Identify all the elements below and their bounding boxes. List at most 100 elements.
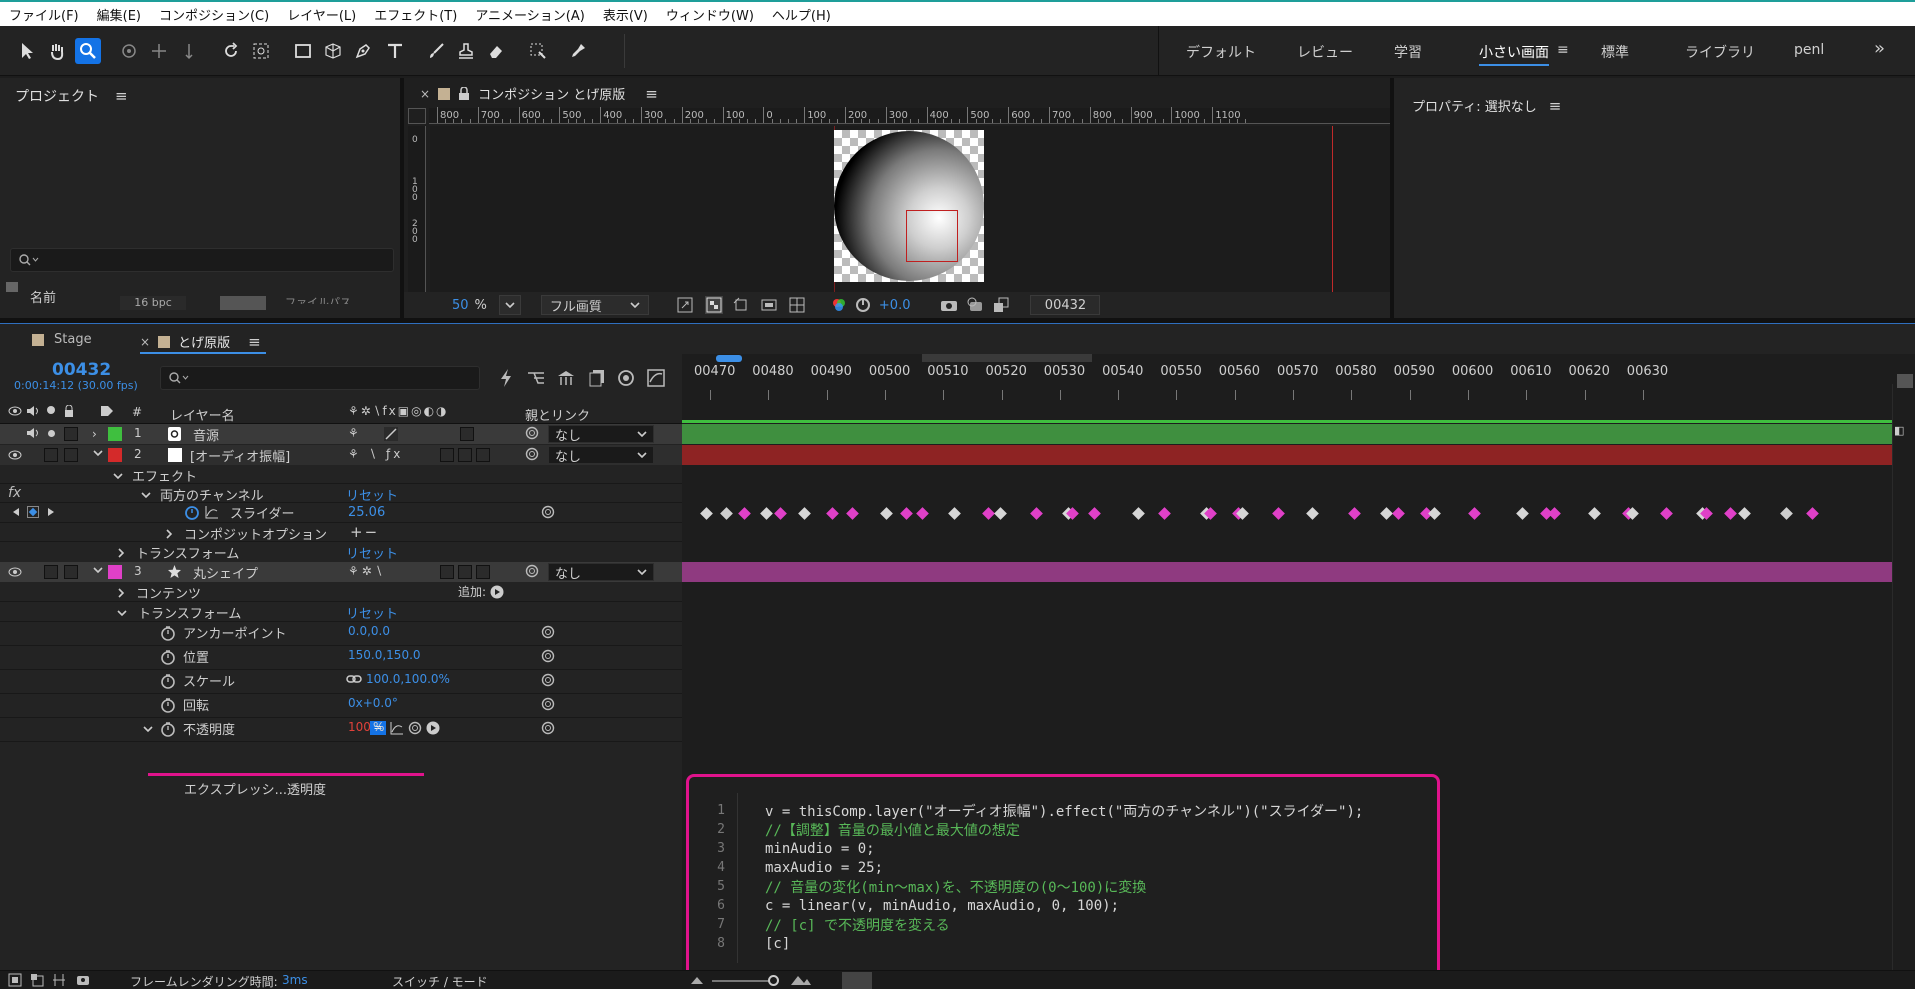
keyframe-marker[interactable] — [798, 507, 811, 520]
render-toggle-icon[interactable] — [8, 973, 22, 987]
graph-icon[interactable] — [205, 505, 219, 519]
eye-icon[interactable] — [8, 449, 22, 461]
chevron-down-icon[interactable] — [92, 447, 104, 459]
clone-stamp-tool-icon[interactable] — [453, 38, 479, 64]
label-color-red[interactable] — [108, 448, 122, 462]
next-keyframe-icon[interactable] — [47, 507, 55, 517]
resolution-dropdown[interactable]: フル画質 — [540, 295, 649, 315]
prop-value-rotation[interactable]: 0x+0.0° — [348, 696, 398, 710]
keyframe-marker[interactable] — [916, 507, 929, 520]
timeline-search-input[interactable] — [160, 366, 480, 390]
transform-reset-link[interactable]: リセット — [346, 543, 398, 562]
prop-value-anchor[interactable]: 0.0,0.0 — [348, 624, 390, 638]
expression-pickwhip-icon[interactable] — [408, 721, 422, 735]
graph-editor-icon[interactable] — [616, 368, 636, 388]
label-color-pink[interactable] — [108, 565, 122, 579]
workspace-small-screen[interactable]: 小さい画面 — [1479, 42, 1549, 66]
keyframe-marker[interactable] — [720, 507, 733, 520]
pickwhip-icon[interactable] — [525, 447, 539, 461]
close-tab-icon[interactable]: × — [140, 335, 150, 349]
roto-brush-tool-icon[interactable] — [525, 38, 551, 64]
shy-switch-icon[interactable]: ⚘ — [348, 426, 359, 440]
chevron-down-icon[interactable] — [92, 564, 104, 576]
code-line[interactable]: 2 //【調整】音量の最小値と最大値の想定 — [701, 820, 1421, 839]
dolly-camera-icon[interactable] — [176, 38, 202, 64]
keyframe-marker[interactable] — [982, 507, 995, 520]
selection-tool-icon[interactable] — [14, 38, 40, 64]
region-of-interest-icon[interactable] — [761, 297, 777, 313]
parent-dropdown[interactable]: なし — [548, 425, 654, 444]
menu-composition[interactable]: コンポジション(C) — [159, 5, 269, 24]
menu-view[interactable]: 表示(V) — [603, 5, 648, 24]
keyframe-marker[interactable] — [1030, 507, 1043, 520]
eraser-tool-icon[interactable] — [483, 38, 509, 64]
switch-box[interactable] — [440, 565, 491, 583]
work-area-bar[interactable] — [922, 354, 1092, 362]
close-tab-icon[interactable]: × — [420, 87, 430, 101]
prop-value-position[interactable]: 150.0,150.0 — [348, 648, 421, 662]
pen-tool-icon[interactable] — [350, 38, 376, 64]
stopwatch-active-icon[interactable] — [184, 504, 200, 520]
zoom-in-mountain-icon[interactable] — [790, 974, 812, 986]
layer-row-2[interactable]: 2 [オーディオ振幅] ⚘ ∖ ƒx なし — [0, 445, 682, 465]
expression-graph-icon[interactable] — [390, 721, 404, 735]
quality-switch[interactable] — [384, 427, 398, 441]
menu-window[interactable]: ウィンドウ(W) — [666, 5, 754, 24]
mask-visibility-icon[interactable] — [733, 297, 749, 313]
stopwatch-icon[interactable] — [160, 673, 176, 689]
label-color-green[interactable] — [108, 427, 122, 441]
keyframe-marker[interactable] — [1158, 507, 1171, 520]
transparency-grid-icon[interactable] — [704, 296, 723, 314]
3d-view-icon[interactable] — [992, 297, 1010, 313]
expression-language-menu-icon[interactable] — [426, 721, 440, 735]
tab-stage[interactable]: Stage — [54, 332, 92, 347]
rectangle-tool-icon[interactable] — [290, 38, 316, 64]
project-panel-menu-icon[interactable]: ≡ — [115, 87, 128, 105]
stopwatch-icon[interactable] — [160, 625, 176, 641]
eye-icon[interactable] — [8, 566, 22, 578]
draft-3d-icon[interactable] — [498, 368, 514, 388]
code-line[interactable]: 4 maxAudio = 25; — [701, 858, 1421, 877]
timeline-ruler[interactable]: 00470 00480 00490 00500 00510 00520 00530 00540… — [682, 364, 1892, 404]
puppet-pin-tool-icon[interactable] — [565, 38, 591, 64]
3d-cube-icon[interactable] — [320, 38, 346, 64]
expand-chevron-icon[interactable]: › — [92, 427, 97, 441]
switch-box[interactable] — [460, 427, 474, 445]
transform-reset-link[interactable]: リセット — [346, 603, 398, 622]
timeline-end-marker[interactable] — [1897, 374, 1913, 388]
layer-name[interactable]: 丸シェイプ — [193, 563, 258, 582]
stopwatch-icon[interactable] — [160, 721, 176, 737]
pan-camera-icon[interactable] — [146, 38, 172, 64]
keyframe-marker[interactable] — [1392, 507, 1405, 520]
keyframe-marker[interactable] — [994, 507, 1007, 520]
add-keyframe-icon[interactable] — [27, 506, 39, 518]
solo-toggle[interactable] — [44, 565, 58, 583]
menu-animation[interactable]: アニメーション(A) — [475, 5, 585, 24]
tab-togegen[interactable]: とげ原版 — [178, 332, 230, 351]
workspace-standard[interactable]: 標準 — [1601, 42, 1629, 62]
workspace-default[interactable]: デフォルト — [1186, 42, 1256, 62]
switch-box[interactable] — [440, 448, 491, 466]
expression-pickwhip-icon[interactable] — [541, 649, 555, 663]
menu-edit[interactable]: 編集(E) — [97, 5, 141, 24]
keyframe-marker[interactable] — [760, 507, 773, 520]
expression-pickwhip-icon[interactable] — [541, 625, 555, 639]
transform-group-2[interactable]: トランスフォーム — [116, 543, 239, 562]
keyframe-marker[interactable] — [700, 507, 713, 520]
more-workspaces-icon[interactable]: » — [1874, 38, 1885, 59]
add-remove-icon[interactable]: +− — [350, 523, 379, 541]
expression-pickwhip-icon[interactable] — [541, 505, 555, 519]
layer-switches-toggle-icon[interactable] — [30, 973, 44, 987]
switch-mode-toggle[interactable]: スイッチ / モード — [392, 973, 488, 989]
keyframe-marker[interactable] — [738, 507, 751, 520]
code-line[interactable]: 7 // [c] で不透明度を変える — [701, 915, 1421, 934]
keyframe-marker[interactable] — [1724, 507, 1737, 520]
solo-toggle[interactable] — [48, 430, 55, 437]
code-line[interactable]: 6 c = linear(v, minAudio, maxAudio, 0, 10… — [701, 896, 1421, 915]
frame-blending-icon[interactable] — [556, 369, 576, 387]
workspace-review[interactable]: レビュー — [1297, 42, 1353, 62]
properties-menu-icon[interactable]: ≡ — [1549, 97, 1562, 115]
keyframe-marker[interactable] — [1468, 507, 1481, 520]
keyframe-marker[interactable] — [1780, 507, 1793, 520]
keyframe-marker[interactable] — [1588, 507, 1601, 520]
